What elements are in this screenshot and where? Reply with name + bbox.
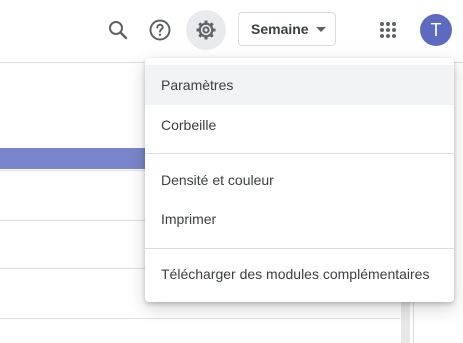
apps-grid-icon — [380, 22, 396, 38]
menu-item-density-color[interactable]: Densité et couleur — [145, 160, 454, 200]
top-bar: Semaine T — [0, 0, 463, 63]
menu-item-label: Imprimer — [161, 211, 217, 227]
search-button[interactable] — [98, 10, 138, 50]
help-icon — [149, 19, 171, 41]
menu-item-label: Télécharger des modules complémentaires — [161, 266, 430, 282]
gear-icon — [196, 20, 216, 40]
menu-item-print[interactable]: Imprimer — [145, 199, 454, 239]
menu-item-label: Paramètres — [161, 77, 234, 93]
menu-divider — [145, 153, 454, 154]
help-button[interactable] — [140, 10, 180, 50]
settings-menu: Paramètres Corbeille Densité et couleur … — [145, 58, 454, 302]
avatar-initial: T — [430, 19, 442, 40]
view-selector-label: Semaine — [251, 21, 309, 37]
menu-divider — [145, 248, 454, 249]
menu-item-settings[interactable]: Paramètres — [145, 65, 454, 105]
apps-button[interactable] — [368, 10, 408, 50]
menu-item-label: Corbeille — [161, 117, 217, 133]
avatar[interactable]: T — [420, 14, 452, 46]
grid-line — [0, 318, 400, 319]
view-selector[interactable]: Semaine — [238, 12, 336, 46]
menu-item-trash[interactable]: Corbeille — [145, 105, 454, 145]
search-icon — [109, 21, 128, 40]
menu-item-label: Densité et couleur — [161, 172, 274, 188]
chevron-down-icon — [316, 27, 326, 32]
menu-item-get-addons[interactable]: Télécharger des modules complémentaires — [145, 254, 454, 294]
settings-button[interactable] — [186, 10, 226, 50]
